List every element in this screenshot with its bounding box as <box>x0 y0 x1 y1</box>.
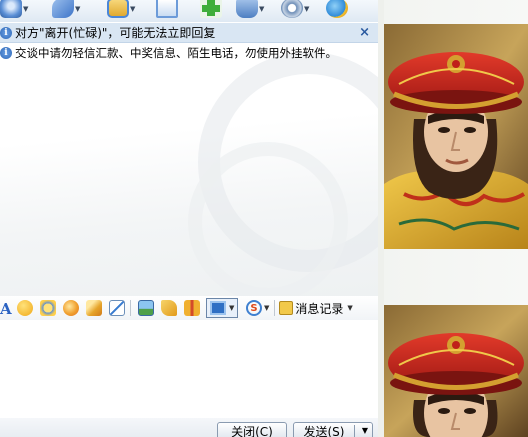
voice-call-button[interactable]: ▼ <box>52 0 83 18</box>
handwriting-icon[interactable] <box>109 300 125 316</box>
chevron-down-icon[interactable]: ▼ <box>259 5 267 13</box>
image-icon[interactable] <box>138 300 154 316</box>
nudge-icon[interactable] <box>86 300 102 316</box>
video-call-icon <box>0 0 22 18</box>
message-record-label: 消息记录 <box>295 301 344 316</box>
send-file-button[interactable]: ▼ <box>107 0 138 18</box>
chevron-down-icon[interactable]: ▼ <box>130 5 138 13</box>
more-apps-icon <box>326 0 348 18</box>
send-email-icon <box>156 0 178 18</box>
music-icon[interactable] <box>161 300 177 316</box>
notice-text: 对方"离开(忙碌)"，可能无法立即回复 <box>15 26 216 40</box>
send-email-button[interactable] <box>156 0 178 18</box>
video-call-button[interactable]: ▼ <box>0 0 31 18</box>
my-portrait-image <box>384 305 528 437</box>
contact-portrait-image <box>384 24 528 249</box>
separator <box>354 425 355 437</box>
create-group-button[interactable] <box>200 0 222 18</box>
security-warning: i 交谈中请勿轻信汇款、中奖信息、陌生电话，勿使用外挂软件。 <box>0 44 337 62</box>
warning-text: 交谈中请勿轻信汇款、中奖信息、陌生电话，勿使用外挂软件。 <box>15 46 337 60</box>
close-button[interactable]: 关闭(C) <box>217 422 287 437</box>
create-group-icon <box>200 0 222 18</box>
gift-icon[interactable] <box>184 300 200 316</box>
my-avatar-show[interactable] <box>384 305 528 437</box>
info-icon: i <box>0 26 12 39</box>
sticker-icon[interactable] <box>63 300 79 316</box>
chevron-down-icon[interactable]: ▼ <box>264 304 269 312</box>
screenshot-icon <box>210 301 226 315</box>
app-settings-button[interactable]: ▼ <box>281 0 312 18</box>
screenshot-button[interactable]: ▼ <box>206 298 238 318</box>
remote-assist-button[interactable]: ▼ <box>236 0 267 18</box>
chevron-down-icon[interactable]: ▼ <box>23 5 31 13</box>
background-decoration <box>188 142 348 296</box>
contact-avatar-show[interactable] <box>384 24 528 249</box>
send-file-icon <box>107 0 129 18</box>
chat-toolbar: ▼ ▼ ▼ ▼ ▼ <box>0 0 378 22</box>
format-toolbar: A ▼ S ▼ 消息记录 ▼ <box>0 296 378 320</box>
chevron-down-icon[interactable]: ▼ <box>362 426 368 435</box>
soso-glyph: S <box>250 302 258 314</box>
magic-emoji-icon[interactable] <box>40 300 56 316</box>
message-record-icon <box>279 301 294 315</box>
font-icon[interactable]: A <box>0 300 12 318</box>
close-button-label: 关闭(C) <box>231 424 273 437</box>
send-button-label: 发送(S) <box>303 424 345 437</box>
separator <box>274 300 276 316</box>
voice-call-icon <box>52 0 74 18</box>
chevron-down-icon[interactable]: ▼ <box>75 5 83 13</box>
more-apps-button[interactable] <box>326 0 348 18</box>
close-icon[interactable]: × <box>359 25 370 40</box>
message-input[interactable] <box>0 320 378 418</box>
send-button[interactable]: 发送(S) ▼ <box>293 422 373 437</box>
chevron-down-icon[interactable]: ▼ <box>347 304 352 312</box>
separator <box>130 300 131 316</box>
info-icon: i <box>0 47 12 59</box>
chevron-down-icon[interactable]: ▼ <box>304 5 312 13</box>
remote-assist-icon <box>236 0 258 18</box>
emoji-icon[interactable] <box>17 300 33 316</box>
bottom-button-bar: 关闭(C) 发送(S) ▼ <box>0 418 378 437</box>
gear-icon <box>281 0 303 18</box>
away-status-notice: i 对方"离开(忙碌)"，可能无法立即回复 × <box>0 23 378 43</box>
soso-search-icon[interactable]: S <box>246 300 262 316</box>
chevron-down-icon[interactable]: ▼ <box>229 304 234 312</box>
chat-history[interactable] <box>0 22 378 296</box>
message-record-button[interactable]: 消息记录 ▼ <box>279 300 353 317</box>
